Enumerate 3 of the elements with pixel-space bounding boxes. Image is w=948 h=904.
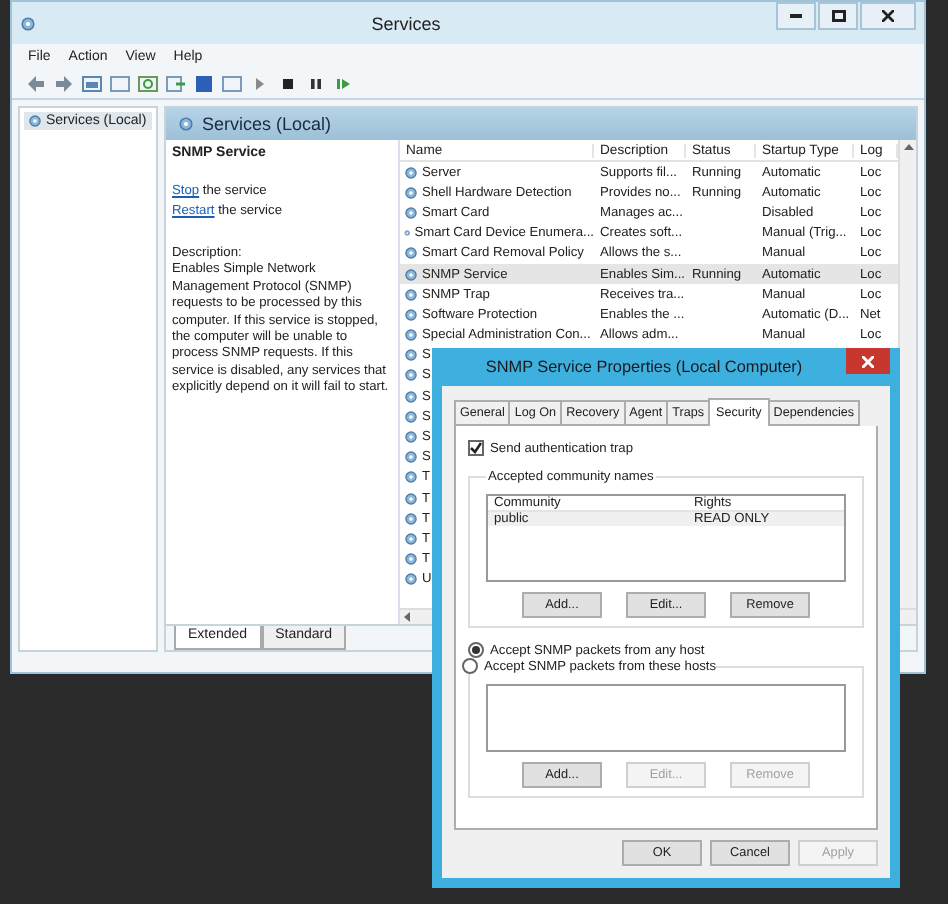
window-title: Services [369,13,443,33]
dialog-title: SNMP Service Properties (Local Computer) [483,358,805,376]
panel-title: Services (Local) [202,114,332,134]
